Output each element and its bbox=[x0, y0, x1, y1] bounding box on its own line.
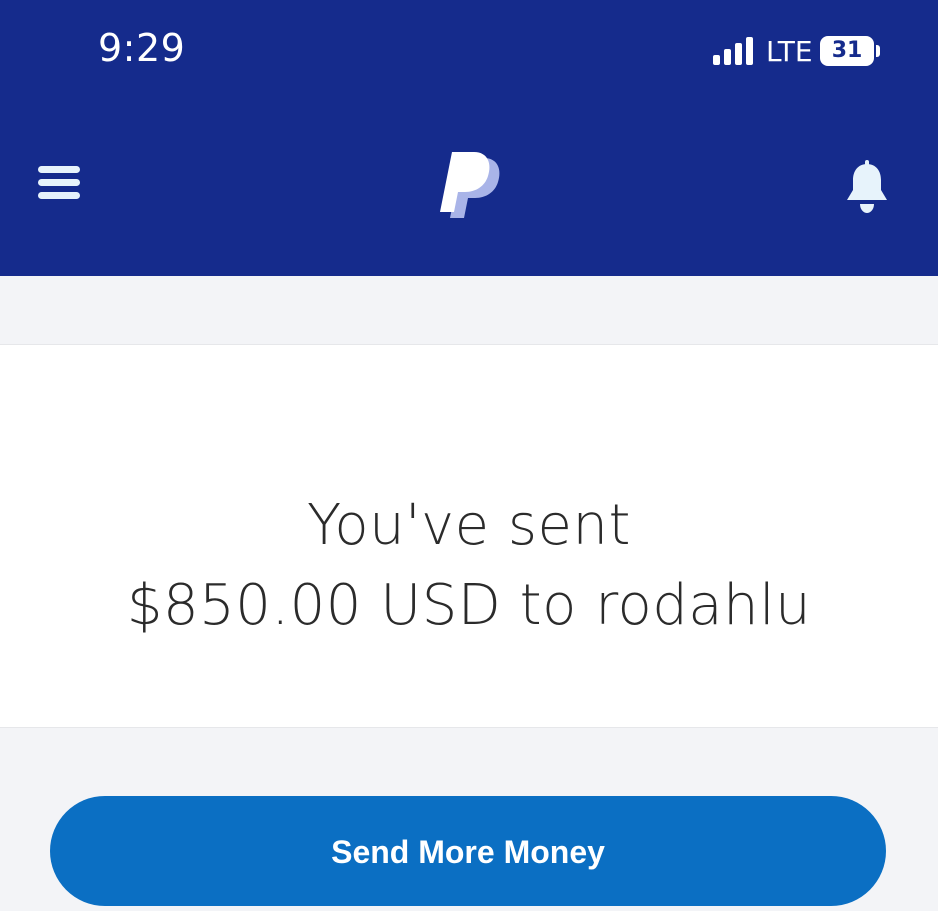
battery-cap bbox=[876, 45, 880, 57]
cellular-signal-icon bbox=[713, 37, 753, 65]
app-header: 9:29 LTE 31 bbox=[0, 0, 938, 276]
battery-indicator: 31 bbox=[820, 36, 874, 66]
status-time: 9:29 bbox=[98, 26, 186, 70]
menu-button[interactable] bbox=[38, 166, 82, 202]
hamburger-menu-icon bbox=[38, 166, 80, 173]
confirmation-line-1: You've sent bbox=[307, 493, 631, 558]
network-type: LTE bbox=[766, 35, 813, 68]
confirmation-card: You've sent $850.00 USD to rodahlu bbox=[0, 344, 938, 728]
battery-level: 31 bbox=[831, 38, 863, 63]
notification-bell-icon[interactable] bbox=[844, 160, 890, 214]
paypal-logo bbox=[440, 152, 500, 218]
send-more-money-button[interactable]: Send More Money bbox=[50, 796, 886, 906]
confirmation-line-2: $850.00 USD to rodahlu bbox=[126, 573, 812, 638]
